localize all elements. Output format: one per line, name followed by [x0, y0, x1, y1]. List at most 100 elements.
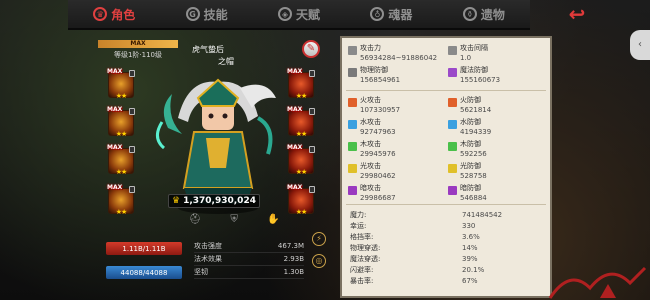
tab-talent[interactable]: ◈ 天赋 — [253, 0, 345, 28]
divider — [346, 204, 546, 205]
wood-shield-icon — [448, 142, 457, 151]
mini-stat-row: 法术效果 2.93B — [194, 253, 304, 266]
star-rating: ★★ — [295, 92, 308, 100]
mini-stat-value: 2.93B — [283, 255, 304, 263]
hero-character-image[interactable] — [148, 58, 288, 216]
extra-stat-row: 魔力: 741484542 — [350, 210, 546, 221]
stat-row: 木攻击 29945976 木防御 592256 — [348, 140, 548, 162]
stat-row: 攻击力 56934284~91886042 攻击间隔 1.0 — [348, 44, 548, 66]
tab-soul[interactable]: ♁ 魂器 — [345, 0, 437, 28]
stat-value: 29980462 — [360, 172, 396, 180]
stat-cell: 攻击间隔 1.0 — [448, 44, 548, 66]
stat-cell: 木攻击 29945976 — [348, 140, 448, 162]
stat-cell: 暗防御 546884 — [448, 184, 548, 206]
mini-stat-label: 攻击强度 — [194, 242, 222, 250]
equipment-row: ⛑ ⛨ ✋ — [174, 214, 294, 228]
tab-relic[interactable]: ⚱ 遗物 — [438, 0, 530, 28]
lock-icon — [129, 146, 135, 153]
stat-cell: 攻击力 56934284~91886042 — [348, 44, 448, 66]
star-rating: ★★ — [115, 92, 128, 100]
back-arrow-icon[interactable]: ↩ — [558, 4, 596, 26]
tab-label: 天赋 — [296, 7, 321, 22]
star-rating: ★★ — [115, 130, 128, 138]
side-menu-toggle[interactable]: ‹ — [630, 30, 650, 60]
tab-character[interactable]: ♛ 角色 — [68, 0, 160, 28]
stat-label: 光攻击 — [360, 162, 381, 170]
water-icon — [348, 120, 357, 129]
stat-label: 暗防御 — [460, 184, 481, 192]
mini-stat-value: 1.30B — [283, 268, 304, 276]
stat-value: 528758 — [460, 172, 487, 180]
extra-stat-label: 物理穿透: — [350, 244, 381, 252]
equip-slot-left-2[interactable]: MAX ★★ — [107, 106, 135, 138]
max-tag: MAX — [287, 144, 303, 151]
stat-value: 29945976 — [360, 150, 396, 158]
stat-value: 156854961 — [360, 76, 401, 84]
tab-skills[interactable]: G 技能 — [160, 0, 252, 28]
mp-bar: 44088/44088 — [106, 266, 182, 279]
max-tag: MAX — [107, 184, 123, 191]
stat-cell: 水防御 4194339 — [448, 118, 548, 140]
max-tag: MAX — [107, 144, 123, 151]
tab-label: 遗物 — [480, 7, 505, 22]
stat-label: 木攻击 — [360, 140, 381, 148]
max-tag: MAX — [107, 106, 123, 113]
dark-icon — [348, 186, 357, 195]
equip-slot-right-4[interactable]: MAX ★★ — [287, 184, 315, 216]
stat-label: 物理防御 — [360, 66, 388, 74]
extra-stat-value: 330 — [462, 222, 476, 230]
equip-slot-left-1[interactable]: MAX ★★ — [107, 68, 135, 100]
extra-stat-label: 格挡率: — [350, 233, 374, 241]
equip-slot-right-2[interactable]: MAX ★★ — [287, 106, 315, 138]
water-shield-icon — [448, 120, 457, 129]
stat-cell: 木防御 592256 — [448, 140, 548, 162]
stat-value: 155160673 — [460, 76, 501, 84]
max-banner: MAX — [98, 40, 178, 48]
character-panel: MAX 等级1阶·110级 虎气蛰后 之帽 ✎ MAX ★★ MAX ★★ MA… — [98, 36, 330, 286]
stat-value: 592256 — [460, 150, 487, 158]
stat-cell: 光攻击 29980462 — [348, 162, 448, 184]
mini-stats: 攻击强度 467.3M 法术效果 2.93B 坚韧 1.30B — [194, 240, 304, 279]
red-vine-decoration — [548, 266, 647, 299]
sword-icon — [348, 46, 357, 55]
equip-slot-right-1[interactable]: MAX ★★ — [287, 68, 315, 100]
mini-stat-label: 法术效果 — [194, 255, 222, 263]
crown-icon: ♛ — [172, 196, 181, 206]
tab-label: 魂器 — [388, 7, 413, 22]
light-icon — [348, 164, 357, 173]
crown-icon: ♛ — [93, 7, 108, 21]
extra-stat-row: 魔法穿透: 39% — [350, 254, 546, 265]
equip-slot-left-3[interactable]: MAX ★★ — [107, 144, 135, 176]
equip-slot-left-4[interactable]: MAX ★★ — [107, 184, 135, 216]
stat-row: 光攻击 29980462 光防御 528758 — [348, 162, 548, 184]
stat-label: 攻击力 — [360, 44, 381, 52]
boost-icon[interactable]: ⚡ — [312, 232, 326, 246]
armor-icon[interactable]: ⛨ — [230, 214, 238, 228]
extra-stat-value: 741484542 — [462, 211, 503, 219]
max-tag: MAX — [287, 68, 303, 75]
combat-power: ♛ 1,370,930,024 — [168, 194, 260, 208]
stat-label: 火攻击 — [360, 96, 381, 104]
combat-power-value: 1,370,930,024 — [183, 196, 256, 206]
star-rating: ★★ — [295, 130, 308, 138]
mini-stat-value: 467.3M — [277, 242, 304, 250]
extra-stat-value: 3.6% — [462, 233, 480, 241]
extra-stat-value: 39% — [462, 255, 478, 263]
extra-stat-value: 14% — [462, 244, 478, 252]
magic-defense-icon — [448, 68, 457, 77]
extra-stat-value: 20.1% — [462, 266, 485, 274]
stat-label: 光防御 — [460, 162, 481, 170]
stat-row: 物理防御 156854961 魔法防御 155160673 — [348, 66, 548, 88]
fire-shield-icon — [448, 98, 457, 107]
shield-icon[interactable]: ◎ — [312, 254, 326, 268]
helmet-icon[interactable]: ⛑ — [189, 214, 202, 228]
extra-stat-value: 67% — [462, 277, 478, 285]
stat-label: 水防御 — [460, 118, 481, 126]
max-tag: MAX — [287, 106, 303, 113]
stat-value: 546884 — [460, 194, 487, 202]
equip-slot-right-3[interactable]: MAX ★★ — [287, 144, 315, 176]
hands-icon[interactable]: ✋ — [267, 214, 279, 228]
extra-stat-label: 魔法穿透: — [350, 255, 381, 263]
costume-edit-button[interactable]: ✎ — [302, 40, 320, 58]
lock-icon — [309, 186, 315, 193]
